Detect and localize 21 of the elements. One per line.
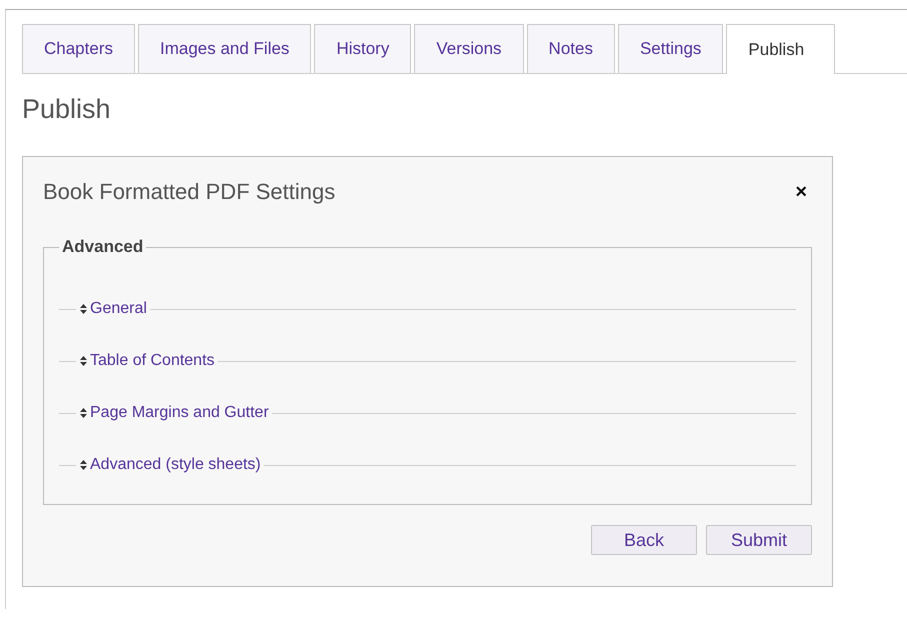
sort-icon bbox=[80, 304, 87, 314]
section-link[interactable]: General bbox=[90, 300, 147, 318]
tab[interactable]: Publish bbox=[726, 24, 836, 74]
sort-icon bbox=[80, 408, 87, 418]
tab[interactable]: Settings bbox=[618, 24, 724, 73]
tab[interactable]: Images and Files bbox=[138, 24, 312, 73]
tab[interactable]: Chapters bbox=[22, 24, 135, 73]
sort-icon bbox=[80, 356, 87, 366]
tab[interactable]: History bbox=[314, 24, 412, 73]
tab[interactable]: Versions bbox=[414, 24, 524, 73]
page-heading: Publish bbox=[22, 94, 112, 125]
fieldset-legend: Advanced bbox=[59, 237, 146, 257]
close-button[interactable]: × bbox=[790, 180, 812, 204]
dialog-button[interactable]: Back bbox=[591, 525, 697, 555]
tab[interactable]: Notes bbox=[526, 24, 615, 73]
section-link[interactable]: Advanced (style sheets) bbox=[90, 456, 261, 474]
dialog-button[interactable]: Submit bbox=[706, 525, 812, 555]
sort-icon bbox=[80, 460, 87, 470]
section-link[interactable]: Page Margins and Gutter bbox=[90, 404, 269, 422]
dialog-title: Book Formatted PDF Settings bbox=[43, 179, 336, 205]
section-link[interactable]: Table of Contents bbox=[90, 352, 215, 370]
